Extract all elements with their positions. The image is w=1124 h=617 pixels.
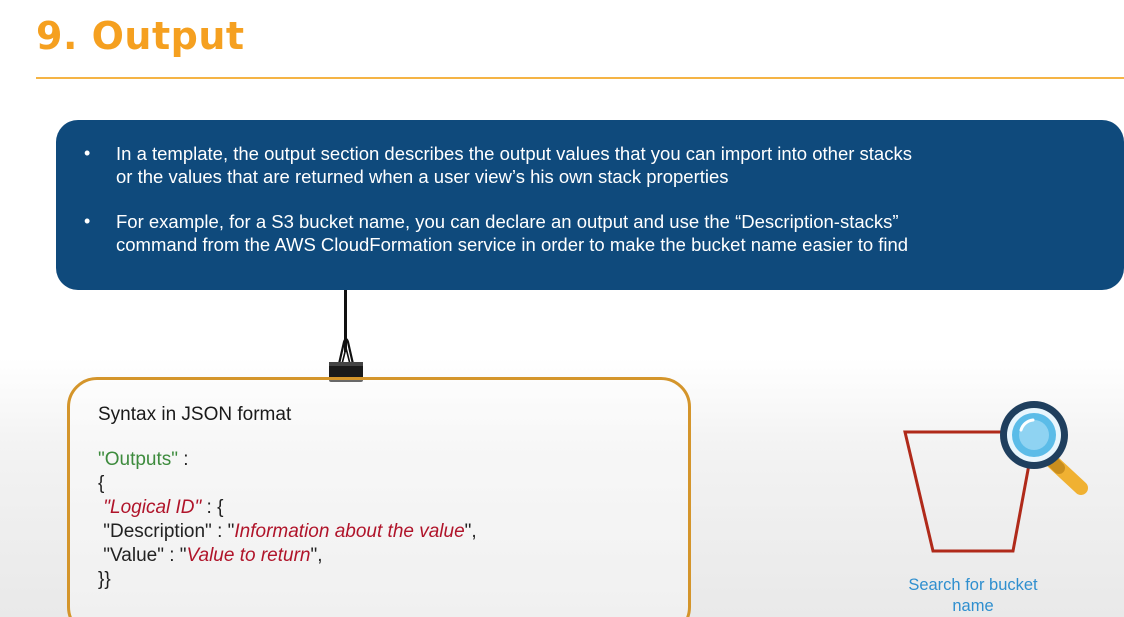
syntax-heading: Syntax in JSON format <box>98 404 292 425</box>
code-line-value: "Value" : "Value to return", <box>98 544 688 568</box>
info-bullet-1: • In a template, the output section desc… <box>84 142 1100 188</box>
info-box: • In a template, the output section desc… <box>56 120 1124 290</box>
logical-id-quote-open: " <box>98 497 111 518</box>
json-syntax-box: Syntax in JSON format "Outputs" : { "Log… <box>67 377 691 617</box>
code-line-close-braces: }} <box>98 569 111 590</box>
title-divider <box>36 77 1124 79</box>
info-bullet-2-line2: command from the AWS CloudFormation serv… <box>116 234 909 255</box>
info-bullet-list: • In a template, the output section desc… <box>84 142 1100 256</box>
description-key: "Description" : " <box>98 521 235 542</box>
bucket-search-illustration <box>903 401 1088 553</box>
info-bullet-1-line2: or the values that are returned when a u… <box>116 166 729 187</box>
bullet-dot-icon: • <box>84 143 91 163</box>
info-bullet-2-line1: For example, for a S3 bucket name, you c… <box>116 211 899 232</box>
info-bullet-1-line1: In a template, the output section descri… <box>116 143 912 164</box>
value-key: "Value" : " <box>98 545 187 566</box>
search-caption: Search for bucket name <box>878 575 1068 617</box>
description-value: Information about the value <box>234 521 465 542</box>
slide-title: 9. Output <box>36 14 245 58</box>
outputs-key: "Outputs" <box>98 449 179 470</box>
code-line-open-brace: { <box>98 473 105 494</box>
value-end: ", <box>310 545 323 566</box>
logical-id-rest: : { <box>201 497 224 518</box>
description-end: ", <box>464 521 477 542</box>
search-caption-line2: name <box>952 597 994 615</box>
outputs-colon: : <box>178 449 189 470</box>
code-line-description: "Description" : "Information about the v… <box>98 520 688 544</box>
bullet-dot-icon: • <box>84 211 91 231</box>
info-bullet-2: • For example, for a S3 bucket name, you… <box>84 210 1100 256</box>
magnifier-icon <box>1000 401 1088 495</box>
code-line-logical-id: "Logical ID" : { <box>98 496 688 520</box>
search-caption-line1: Search for bucket <box>908 576 1038 594</box>
value-value: Value to return <box>186 545 311 566</box>
code-line-outputs: "Outputs" : <box>98 448 688 472</box>
logical-id-key: Logical ID <box>110 497 195 518</box>
